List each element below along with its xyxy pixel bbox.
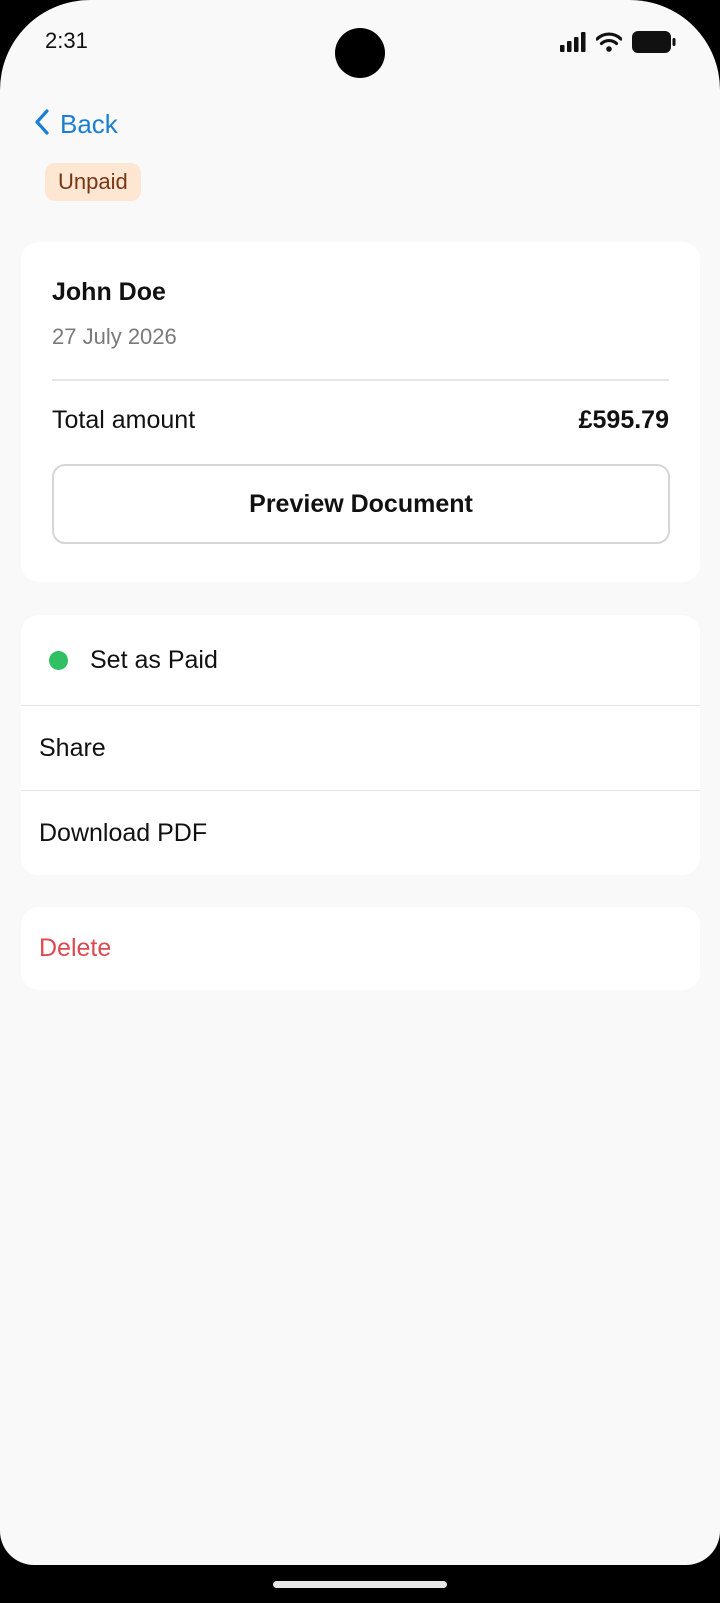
total-amount-label: Total amount <box>52 406 196 434</box>
total-amount-value: £595.79 <box>578 406 669 434</box>
status-icons <box>560 30 676 54</box>
app-screen: 2:31 Back Unpaid John Doe 27 July 2026 T… <box>0 0 720 1565</box>
customer-name: John Doe <box>52 278 166 306</box>
share-row[interactable]: Share <box>21 705 700 791</box>
wifi-icon <box>596 32 622 52</box>
delete-label: Delete <box>39 934 112 962</box>
set-as-paid-row[interactable]: Set as Paid <box>21 615 700 705</box>
status-badge: Unpaid <box>45 163 141 201</box>
invoice-summary-card: John Doe 27 July 2026 Total amount £595.… <box>21 242 700 582</box>
actions-card: Set as Paid Share Download PDF <box>21 615 700 875</box>
status-bar: 2:31 <box>0 0 720 84</box>
share-label: Share <box>39 734 106 762</box>
divider <box>52 379 669 381</box>
set-as-paid-label: Set as Paid <box>90 645 218 674</box>
preview-document-button[interactable]: Preview Document <box>52 464 670 544</box>
download-pdf-label: Download PDF <box>39 819 208 847</box>
chevron-left-icon <box>34 108 50 141</box>
battery-icon <box>632 31 676 53</box>
document-date: 27 July 2026 <box>52 324 177 349</box>
front-camera <box>335 28 385 78</box>
delete-row[interactable]: Delete <box>21 907 700 990</box>
download-pdf-row[interactable]: Download PDF <box>21 790 700 876</box>
status-time: 2:31 <box>45 28 88 53</box>
home-indicator[interactable] <box>273 1581 447 1588</box>
back-button[interactable]: Back <box>34 104 118 144</box>
back-label: Back <box>60 108 118 139</box>
cellular-signal-icon <box>560 32 586 52</box>
paid-status-dot <box>49 651 68 670</box>
